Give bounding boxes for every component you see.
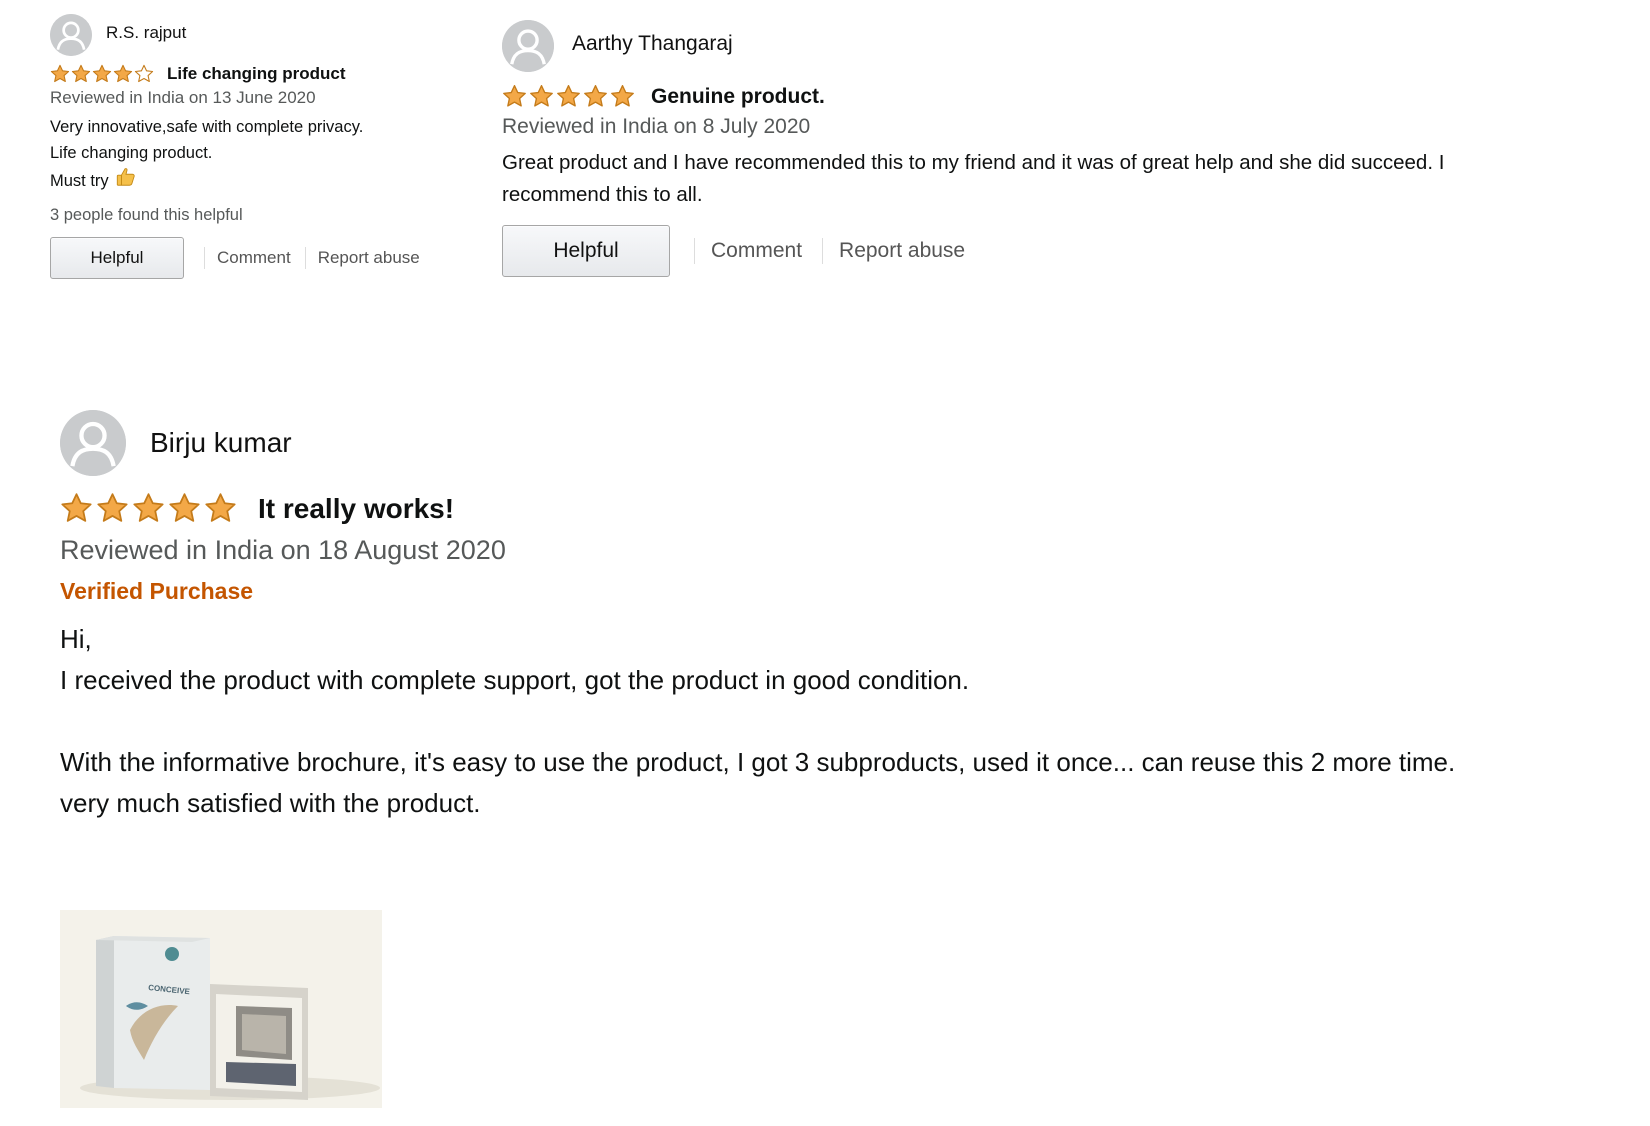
product-box-image: CONCEIVE <box>60 910 382 1108</box>
review-body: Very innovative,safe with complete priva… <box>50 114 470 196</box>
star-filled-icon <box>71 64 91 83</box>
comment-link[interactable]: Comment <box>217 248 291 268</box>
star-filled-icon <box>92 64 112 83</box>
review-title[interactable]: Genuine product. <box>651 85 825 109</box>
review-body-line: Life changing product. <box>50 144 213 162</box>
review-card-aarthy-thangaraj: Aarthy Thangaraj Genuine product. Review… <box>502 20 1542 277</box>
review-date: Reviewed in India on 18 August 2020 <box>60 535 506 565</box>
review-body: Hi, I received the product with complete… <box>60 619 1560 824</box>
thumbs-up-emoji-icon <box>115 166 137 196</box>
reviewer-name: R.S. rajput <box>106 23 187 42</box>
star-filled-icon <box>557 84 580 107</box>
review-actions: Helpful Comment Report abuse <box>50 237 470 279</box>
divider <box>304 247 306 269</box>
star-filled-icon <box>530 84 553 107</box>
review-body-line: I received the product with complete sup… <box>60 665 970 695</box>
review-image-thumbnail[interactable]: CONCEIVE <box>60 910 382 1108</box>
star-filled-icon <box>169 493 200 522</box>
star-filled-icon <box>113 64 133 83</box>
star-empty-icon <box>134 64 154 83</box>
review-date: Reviewed in India on 13 June 2020 <box>50 88 316 107</box>
reviewer-name: Birju kumar <box>150 427 292 458</box>
review-body: Great product and I have recommended thi… <box>502 151 1445 206</box>
review-card-birju-kumar: Birju kumar It really works! Reviewed in… <box>60 410 1620 824</box>
review-body-line: Hi, <box>60 624 92 654</box>
star-filled-icon <box>584 84 607 107</box>
review-body-line-with-emoji: Must try <box>50 166 470 196</box>
star-filled-icon <box>611 84 634 107</box>
review-title[interactable]: It really works! <box>258 493 454 525</box>
default-user-avatar-icon <box>60 410 126 476</box>
default-user-avatar-icon <box>50 14 92 56</box>
star-filled-icon <box>61 493 92 522</box>
comment-link[interactable]: Comment <box>711 239 802 263</box>
reviewer-profile[interactable]: Aarthy Thangaraj <box>502 20 1542 72</box>
star-filled-icon <box>205 493 236 522</box>
star-rating[interactable] <box>502 84 637 109</box>
default-user-avatar-icon <box>502 20 554 72</box>
report-abuse-link[interactable]: Report abuse <box>839 239 965 263</box>
review-actions: Helpful Comment Report abuse <box>502 225 1542 277</box>
divider <box>822 238 824 264</box>
verified-purchase-badge: Verified Purchase <box>60 578 254 604</box>
helpful-button[interactable]: Helpful <box>502 225 670 277</box>
reviewer-profile[interactable]: Birju kumar <box>60 410 1620 476</box>
divider <box>204 247 205 269</box>
review-date: Reviewed in India on 8 July 2020 <box>502 115 811 138</box>
helpful-count: 3 people found this helpful <box>50 206 243 224</box>
review-body-line: With the informative brochure, it's easy… <box>60 747 1456 777</box>
reviewer-profile[interactable]: R.S. rajput <box>50 14 470 56</box>
star-filled-icon <box>97 493 128 522</box>
star-filled-icon <box>503 84 526 107</box>
star-rating[interactable] <box>50 64 155 84</box>
divider <box>694 238 695 264</box>
review-card-rs-rajput: R.S. rajput Life changing product Review… <box>50 14 470 279</box>
reviewer-name: Aarthy Thangaraj <box>572 32 733 55</box>
review-title[interactable]: Life changing product <box>167 64 346 84</box>
review-body-line: very much satisfied with the product. <box>60 788 481 818</box>
star-filled-icon <box>133 493 164 522</box>
star-rating[interactable] <box>60 492 240 525</box>
star-filled-icon <box>50 64 70 83</box>
review-body-blank-line <box>60 701 1560 742</box>
review-body-line: Must try <box>50 172 109 190</box>
helpful-button[interactable]: Helpful <box>50 237 184 279</box>
report-abuse-link[interactable]: Report abuse <box>318 248 420 268</box>
review-body-line: Very innovative,safe with complete priva… <box>50 118 364 136</box>
